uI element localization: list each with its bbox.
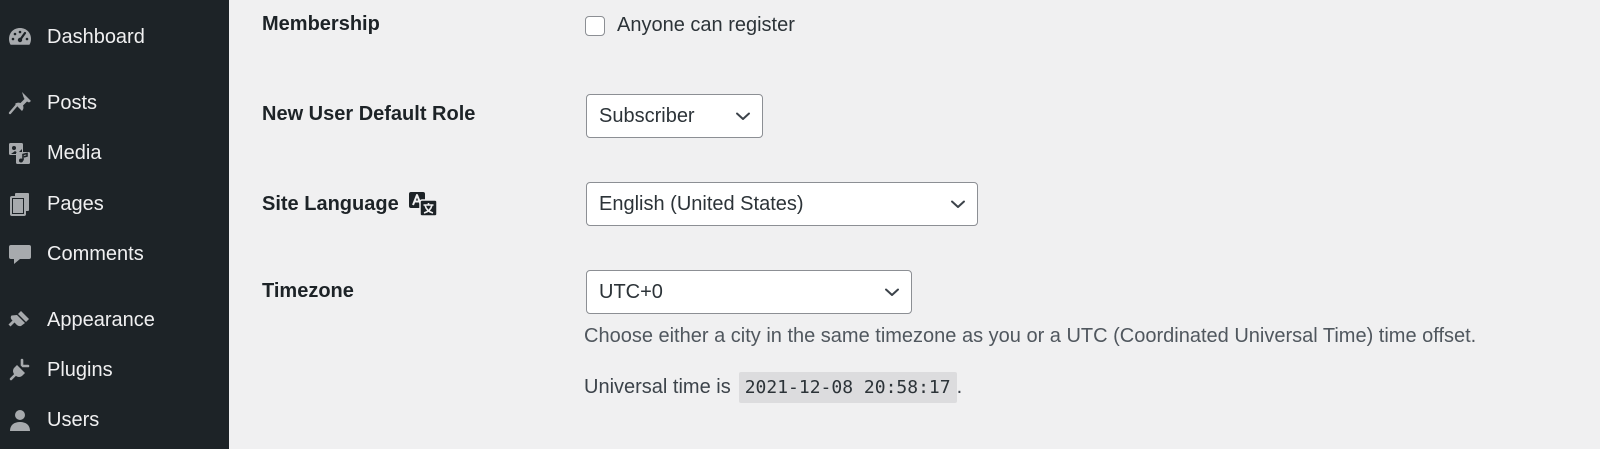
- sidebar-item-dashboard[interactable]: Dashboard: [0, 17, 229, 57]
- select-value: UTC+0: [599, 280, 663, 303]
- sidebar-item-label: Pages: [47, 192, 104, 215]
- plug-icon: [7, 357, 33, 383]
- universal-time-value: 2021-12-08 20:58:17: [738, 371, 957, 403]
- chevron-down-icon: [949, 195, 967, 213]
- default-role-label: New User Default Role: [262, 103, 476, 125]
- pages-icon: [7, 191, 33, 217]
- sidebar-item-label: Comments: [47, 242, 144, 265]
- sidebar-item-label: Media: [47, 141, 102, 164]
- media-icon: [7, 140, 33, 166]
- sidebar-item-media[interactable]: Media: [0, 133, 229, 173]
- sidebar-item-label: Dashboard: [47, 25, 145, 48]
- universal-time-prefix: Universal time is: [584, 375, 731, 398]
- sidebar-item-plugins[interactable]: Plugins: [0, 350, 229, 390]
- timezone-select[interactable]: UTC+0: [586, 270, 912, 314]
- sidebar-item-label: Plugins: [47, 358, 113, 381]
- site-language-select[interactable]: English (United States): [586, 182, 978, 226]
- sidebar-item-comments[interactable]: Comments: [0, 234, 229, 274]
- select-value: English (United States): [599, 192, 804, 215]
- default-role-select[interactable]: Subscriber: [586, 94, 763, 138]
- universal-time-line: Universal time is 2021-12-08 20:58:17 .: [584, 371, 962, 403]
- brush-icon: [7, 307, 33, 333]
- timezone-label: Timezone: [262, 280, 354, 302]
- sidebar-item-pages[interactable]: Pages: [0, 184, 229, 224]
- chevron-down-icon: [734, 107, 752, 125]
- dashboard-icon: [7, 24, 33, 50]
- sidebar-item-label: Posts: [47, 91, 98, 114]
- anyone-can-register-checkbox[interactable]: Anyone can register: [585, 14, 795, 37]
- membership-label: Membership: [262, 13, 380, 35]
- site-language-text: Site Language: [262, 192, 399, 215]
- sidebar-item-label: Appearance: [47, 308, 155, 331]
- site-language-label: Site Language: [262, 191, 438, 217]
- pin-icon: [7, 90, 33, 116]
- checkbox-box[interactable]: [585, 15, 605, 36]
- select-value: Subscriber: [599, 104, 695, 127]
- sidebar-item-appearance[interactable]: Appearance: [0, 300, 229, 340]
- comment-icon: [7, 241, 33, 267]
- sidebar-item-users[interactable]: Users: [0, 400, 229, 440]
- sidebar-item-posts[interactable]: Posts: [0, 83, 229, 123]
- timezone-description: Choose either a city in the same timezon…: [584, 325, 1477, 347]
- translation-icon: [408, 191, 438, 217]
- universal-time-suffix: .: [956, 375, 963, 398]
- user-icon: [7, 407, 33, 433]
- admin-sidebar: Dashboard Posts Media Pages Comments App…: [0, 0, 229, 449]
- checkbox-label[interactable]: Anyone can register: [617, 14, 795, 37]
- sidebar-item-label: Users: [47, 408, 100, 431]
- chevron-down-icon: [883, 283, 901, 301]
